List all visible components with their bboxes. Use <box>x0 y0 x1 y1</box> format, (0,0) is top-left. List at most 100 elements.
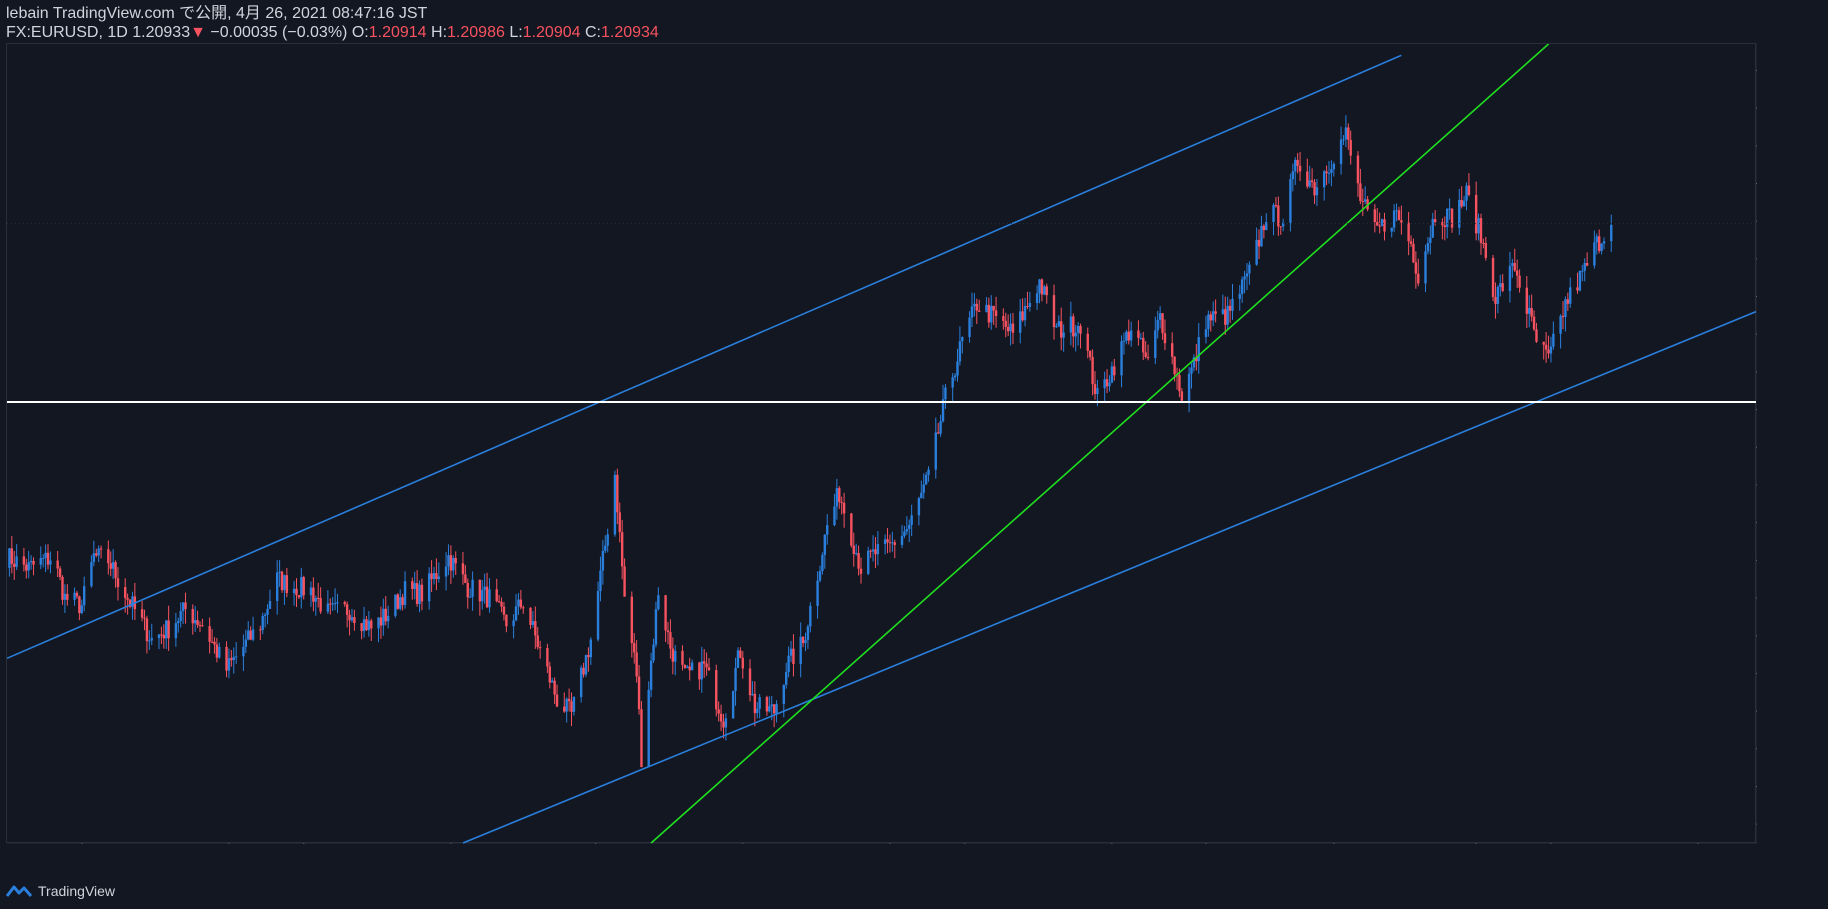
candle-body <box>1156 319 1159 331</box>
candle-body <box>1043 286 1046 295</box>
candle-body <box>652 644 655 661</box>
candle-body <box>859 568 863 574</box>
candle-body <box>1040 279 1044 295</box>
candle-body <box>987 304 991 323</box>
candle-body <box>1349 139 1352 156</box>
tradingview-logo-icon[interactable] <box>6 884 32 898</box>
candle-body <box>702 661 706 664</box>
candle-body <box>1552 333 1555 347</box>
candle-body <box>1091 356 1094 385</box>
candle-body <box>613 474 617 535</box>
candle-body <box>278 571 281 573</box>
candle-body <box>731 690 735 719</box>
candle-body <box>1060 321 1063 338</box>
candle-body <box>970 306 974 318</box>
candle-body <box>1424 251 1427 284</box>
candle-body <box>1240 279 1244 295</box>
candle-body <box>1414 262 1418 274</box>
candle-body <box>1525 287 1529 314</box>
candle-body <box>1209 314 1212 321</box>
candle-body <box>1564 299 1567 317</box>
candle-body <box>1561 315 1565 317</box>
candle-body <box>1342 139 1345 141</box>
candle-body <box>674 650 677 662</box>
candle-body <box>1426 242 1430 252</box>
candle-body <box>261 615 264 631</box>
candle-body <box>319 598 322 612</box>
candle-body <box>430 573 433 580</box>
candle-body <box>1530 307 1533 317</box>
candle-body <box>302 577 305 596</box>
candle-body <box>717 709 720 714</box>
candle-body <box>1074 332 1077 337</box>
candle-body <box>432 573 436 580</box>
candle-body <box>927 469 930 475</box>
drawings <box>7 44 1757 844</box>
candle-body <box>551 680 554 683</box>
candle-body <box>799 636 802 665</box>
candle-body <box>1113 366 1116 376</box>
candle-body <box>249 630 252 640</box>
candle-body <box>1274 205 1278 207</box>
candle-body <box>821 554 824 572</box>
candle-body <box>1163 333 1167 344</box>
price-chart[interactable]: 1.050001.060001.070001.080001.090001.100… <box>7 44 1757 844</box>
candle-body <box>719 713 723 722</box>
candle-body <box>297 595 301 598</box>
candle-body <box>961 337 964 342</box>
candle-body <box>58 568 62 577</box>
chart-area[interactable]: 1.050001.060001.070001.080001.090001.100… <box>6 43 1757 844</box>
candle-body <box>266 608 269 615</box>
candle-body <box>150 638 153 641</box>
low-label: L: <box>509 24 523 41</box>
candle-body <box>587 655 590 658</box>
candle-body <box>975 303 978 311</box>
candle-body <box>213 641 216 645</box>
candle-body <box>1110 366 1114 383</box>
candle-body <box>1511 263 1514 266</box>
candle-body <box>1228 305 1232 311</box>
candle-body <box>1035 293 1039 303</box>
candle-body <box>1322 171 1326 188</box>
candle-body <box>66 593 69 600</box>
candle-body <box>920 492 923 499</box>
candle-body <box>1096 388 1099 395</box>
candle-body <box>546 648 549 667</box>
candle-body <box>481 590 484 602</box>
candle-body <box>22 556 26 565</box>
candle-body <box>903 531 906 537</box>
candle-body <box>32 560 35 565</box>
candle-body <box>1120 341 1123 376</box>
candle-body <box>604 545 607 551</box>
candle-body <box>13 563 16 567</box>
candle-body <box>502 606 506 615</box>
candle-body <box>331 603 334 605</box>
candle-body <box>140 609 144 618</box>
candle-body <box>350 617 354 621</box>
candle-body <box>420 584 424 602</box>
candle-body <box>97 548 100 556</box>
candle-body <box>143 617 146 619</box>
change-value: −0.00035 (−0.03%) <box>210 24 348 41</box>
candle-body <box>1076 325 1080 333</box>
candle-body <box>1515 270 1519 276</box>
candle-body <box>309 587 313 596</box>
candle-body <box>1569 287 1572 304</box>
candle-body <box>688 666 691 671</box>
candle-body <box>1407 222 1410 242</box>
candle-body <box>512 620 515 627</box>
candle-body <box>437 576 441 579</box>
candle-body <box>934 432 937 470</box>
candle-body <box>1547 349 1550 354</box>
candle-body <box>1443 225 1446 228</box>
candle-body <box>418 584 421 605</box>
candle-body <box>360 623 363 632</box>
candle-body <box>1146 356 1150 359</box>
candle-body <box>1532 316 1536 330</box>
candle-body <box>1595 236 1598 243</box>
candle-body <box>640 709 643 768</box>
candle-body <box>722 721 725 728</box>
candle-body <box>1494 297 1497 304</box>
candle-body <box>657 595 660 610</box>
candle-body <box>1052 295 1056 328</box>
